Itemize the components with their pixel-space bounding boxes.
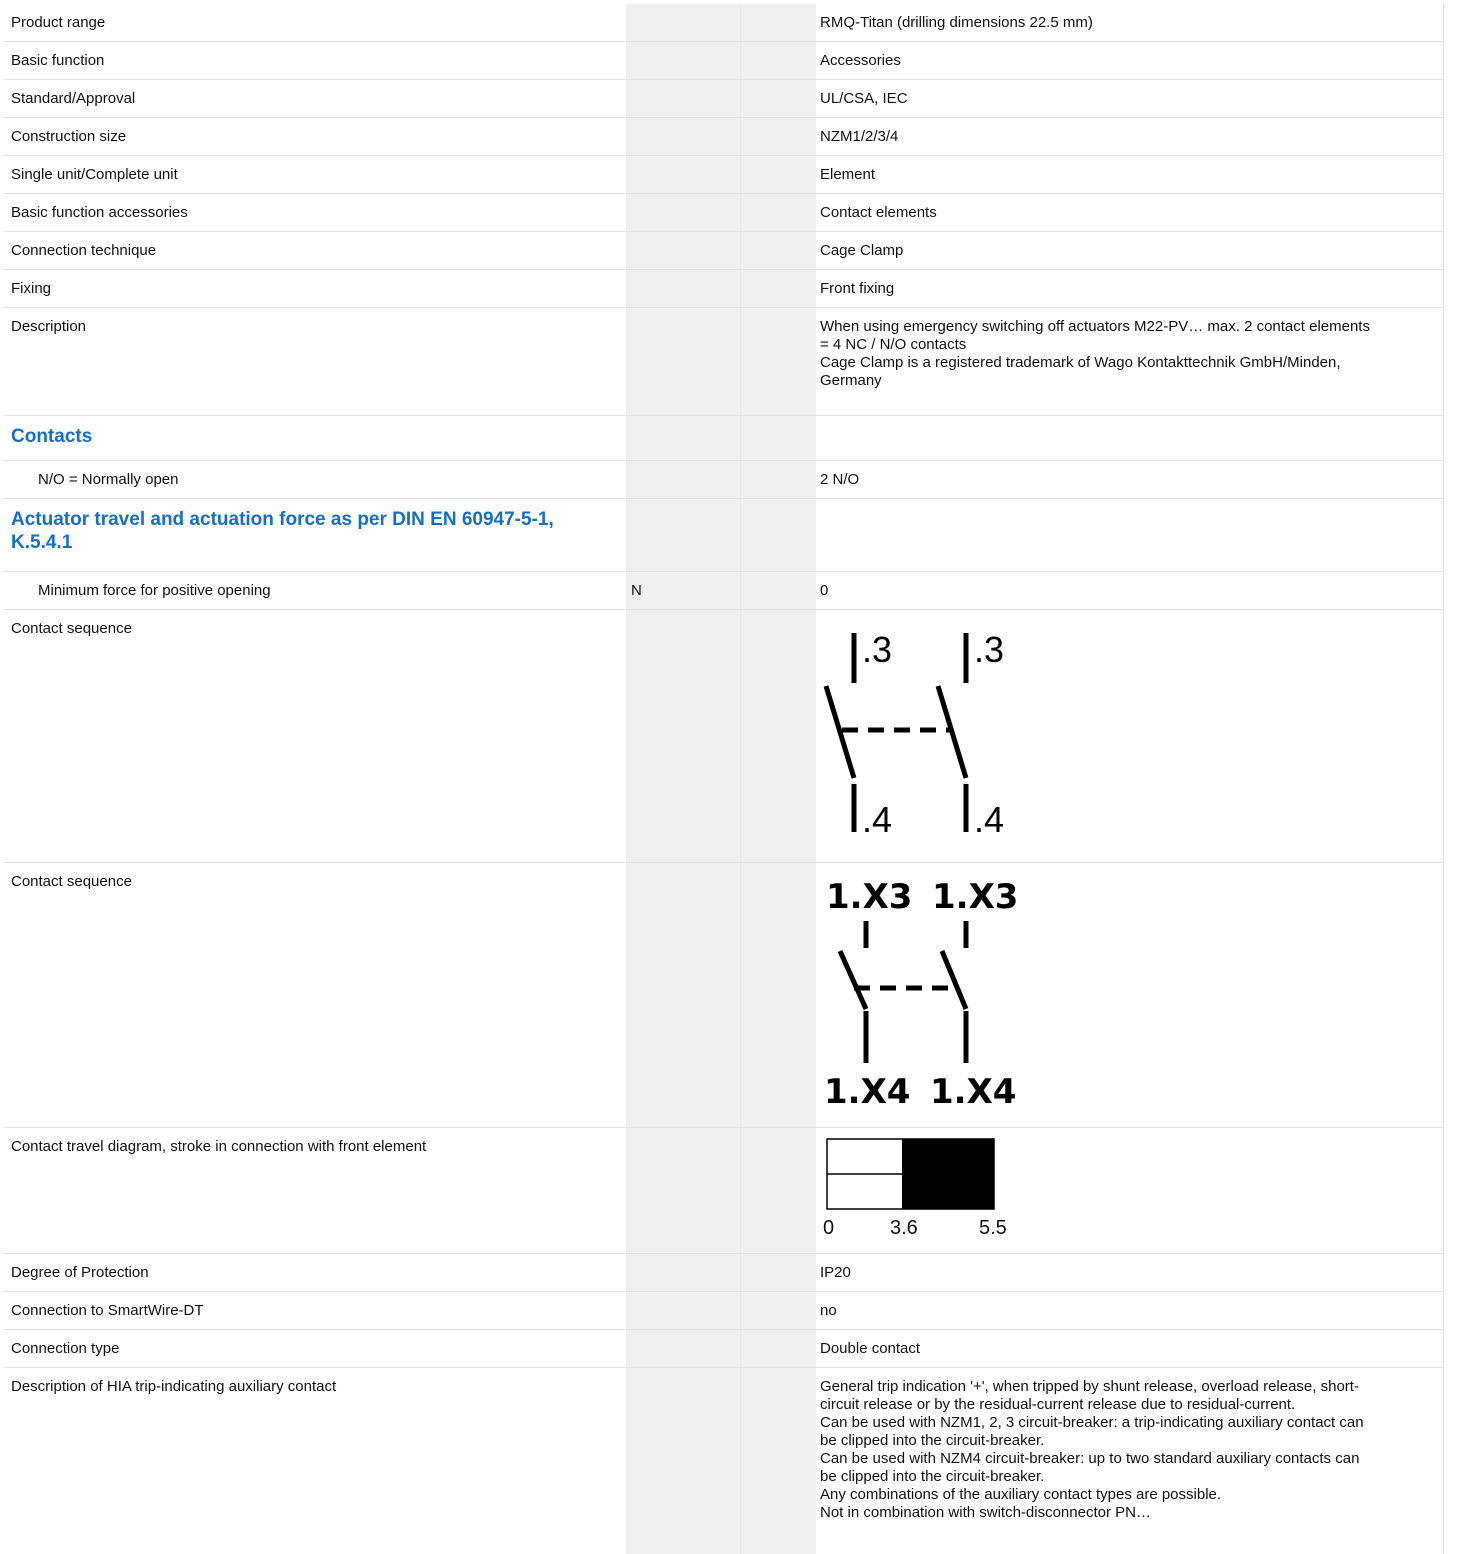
section-heading: Actuator travel and actuation force as p… xyxy=(11,509,554,553)
row-contact-sequence-2: Contact sequence 1.X3 1.X3 1.X4 1.X4 xyxy=(4,863,1444,1128)
terminal-label: .3 xyxy=(974,629,1004,670)
row-value: NZM1/2/3/4 xyxy=(816,118,1444,155)
row-label: Basic function accessories xyxy=(11,204,188,221)
row-unit xyxy=(626,461,740,498)
row-label: Construction size xyxy=(11,128,127,145)
description-line: be clipped into the circuit-breaker. xyxy=(820,1432,1045,1449)
travel-tick: 3.6 xyxy=(890,1217,918,1239)
row-value: Element xyxy=(816,156,1444,193)
row-hia-description: Description of HIA trip-indicating auxil… xyxy=(4,1368,1444,1554)
row-value: IP20 xyxy=(816,1254,1444,1291)
row-min-force: Minimum force for positive opening N 0 xyxy=(4,572,1444,610)
row-label: Single unit/Complete unit xyxy=(11,166,178,183)
row-value: no xyxy=(816,1292,1444,1329)
description-line: General trip indication '+', when trippe… xyxy=(820,1378,1359,1395)
description-line: Can be used with NZM4 circuit-breaker: u… xyxy=(820,1450,1360,1467)
row-value: Double contact xyxy=(816,1330,1444,1367)
travel-tick: 0 xyxy=(823,1217,834,1239)
description-line: Germany xyxy=(820,372,882,389)
row-value: Cage Clamp xyxy=(816,232,1444,269)
section-contacts: Contacts xyxy=(4,416,1444,461)
row-label: Standard/Approval xyxy=(11,90,136,107)
row-label: Fixing xyxy=(11,280,52,297)
contact-travel-diagram: 0 3.6 5.5 xyxy=(823,1138,1007,1239)
row-value: RMQ-Titan (drilling dimensions 22.5 mm) xyxy=(816,4,1444,41)
row-value: Front fixing xyxy=(816,270,1444,307)
row-unit xyxy=(626,194,740,231)
row-normally-open: N/O = Normally open 2 N/O xyxy=(4,461,1444,499)
section-actuator-travel: Actuator travel and actuation force as p… xyxy=(4,499,1444,572)
description-line: Any combinations of the auxiliary contac… xyxy=(820,1486,1222,1503)
row-product-range: Product range RMQ-Titan (drilling dimens… xyxy=(4,4,1444,42)
row-unit: N xyxy=(626,572,740,609)
description-line: circuit release or by the residual-curre… xyxy=(820,1396,1296,1413)
terminal-label: .3 xyxy=(862,629,892,670)
description-line: Not in combination with switch-disconnec… xyxy=(820,1504,1151,1521)
terminal-label: 1.X4 xyxy=(824,1072,910,1112)
row-unit xyxy=(626,270,740,307)
row-value: General trip indication '+', when trippe… xyxy=(816,1368,1444,1554)
row-label: Description of HIA trip-indicating auxil… xyxy=(11,1378,337,1395)
terminal-label: 1.X4 xyxy=(930,1072,1016,1112)
row-value: Accessories xyxy=(816,42,1444,79)
row-value: 2 N/O xyxy=(816,461,1444,498)
row-label: Contact travel diagram, stroke in connec… xyxy=(11,1138,427,1155)
row-unit xyxy=(626,118,740,155)
row-unit xyxy=(626,80,740,117)
row-label: Basic function xyxy=(11,52,105,69)
terminal-label: 1.X3 xyxy=(826,877,912,917)
row-value: 0 xyxy=(816,572,1444,609)
row-contact-sequence-1: Contact sequence .3 .3 .4 .4 xyxy=(4,610,1444,863)
travel-tick: 5.5 xyxy=(979,1217,1007,1239)
row-label: N/O = Normally open xyxy=(38,471,179,488)
terminal-label: .4 xyxy=(862,799,892,840)
row-unit xyxy=(626,4,740,41)
contact-sequence-diagram: .3 .3 .4 .4 xyxy=(823,629,1004,840)
row-unit xyxy=(626,1292,740,1329)
row-label: Connection to SmartWire-DT xyxy=(11,1302,204,1319)
row-label: Minimum force for positive opening xyxy=(38,582,271,599)
row-basic-function: Basic function Accessories xyxy=(4,42,1444,80)
terminal-label: 1.X3 xyxy=(932,877,1018,917)
row-connection-technique: Connection technique Cage Clamp xyxy=(4,232,1444,270)
row-standard-approval: Standard/Approval UL/CSA, IEC xyxy=(4,80,1444,118)
row-value: Contact elements xyxy=(816,194,1444,231)
row-travel-diagram: Contact travel diagram, stroke in connec… xyxy=(4,1128,1444,1254)
row-connection-type: Connection type Double contact xyxy=(4,1330,1444,1368)
row-unit xyxy=(626,232,740,269)
row-unit xyxy=(626,1330,740,1367)
description-line: be clipped into the circuit-breaker. xyxy=(820,1468,1045,1485)
terminal-label: .4 xyxy=(974,799,1004,840)
row-label: Connection type xyxy=(11,1340,120,1357)
row-label: Contact sequence xyxy=(11,873,132,890)
row-unit xyxy=(626,42,740,79)
description-line: Cage Clamp is a registered trademark of … xyxy=(820,354,1341,371)
row-fixing: Fixing Front fixing xyxy=(4,270,1444,308)
row-construction-size: Construction size NZM1/2/3/4 xyxy=(4,118,1444,156)
row-degree-protection: Degree of Protection IP20 xyxy=(4,1254,1444,1292)
row-label: Description xyxy=(11,318,87,335)
spec-table: Product range RMQ-Titan (drilling dimens… xyxy=(4,4,1444,1554)
row-label: Connection technique xyxy=(11,242,157,259)
description-line: = 4 NC / N/O contacts xyxy=(820,336,967,353)
row-unit xyxy=(626,156,740,193)
row-label: Degree of Protection xyxy=(11,1264,149,1281)
row-label: Contact sequence xyxy=(11,620,132,637)
row-smartwire: Connection to SmartWire-DT no xyxy=(4,1292,1444,1330)
row-value: UL/CSA, IEC xyxy=(816,80,1444,117)
row-basic-function-accessories: Basic function accessories Contact eleme… xyxy=(4,194,1444,232)
row-unit xyxy=(626,1254,740,1291)
contact-sequence-diagram-2: 1.X3 1.X3 1.X4 1.X4 xyxy=(824,877,1018,1112)
row-value: When using emergency switching off actua… xyxy=(816,308,1444,415)
row-description: Description When using emergency switchi… xyxy=(4,308,1444,416)
description-line: Can be used with NZM1, 2, 3 circuit-brea… xyxy=(820,1414,1364,1431)
row-label: Product range xyxy=(11,14,106,31)
section-heading: Contacts xyxy=(11,426,93,447)
description-line: When using emergency switching off actua… xyxy=(820,318,1370,335)
row-single-complete-unit: Single unit/Complete unit Element xyxy=(4,156,1444,194)
